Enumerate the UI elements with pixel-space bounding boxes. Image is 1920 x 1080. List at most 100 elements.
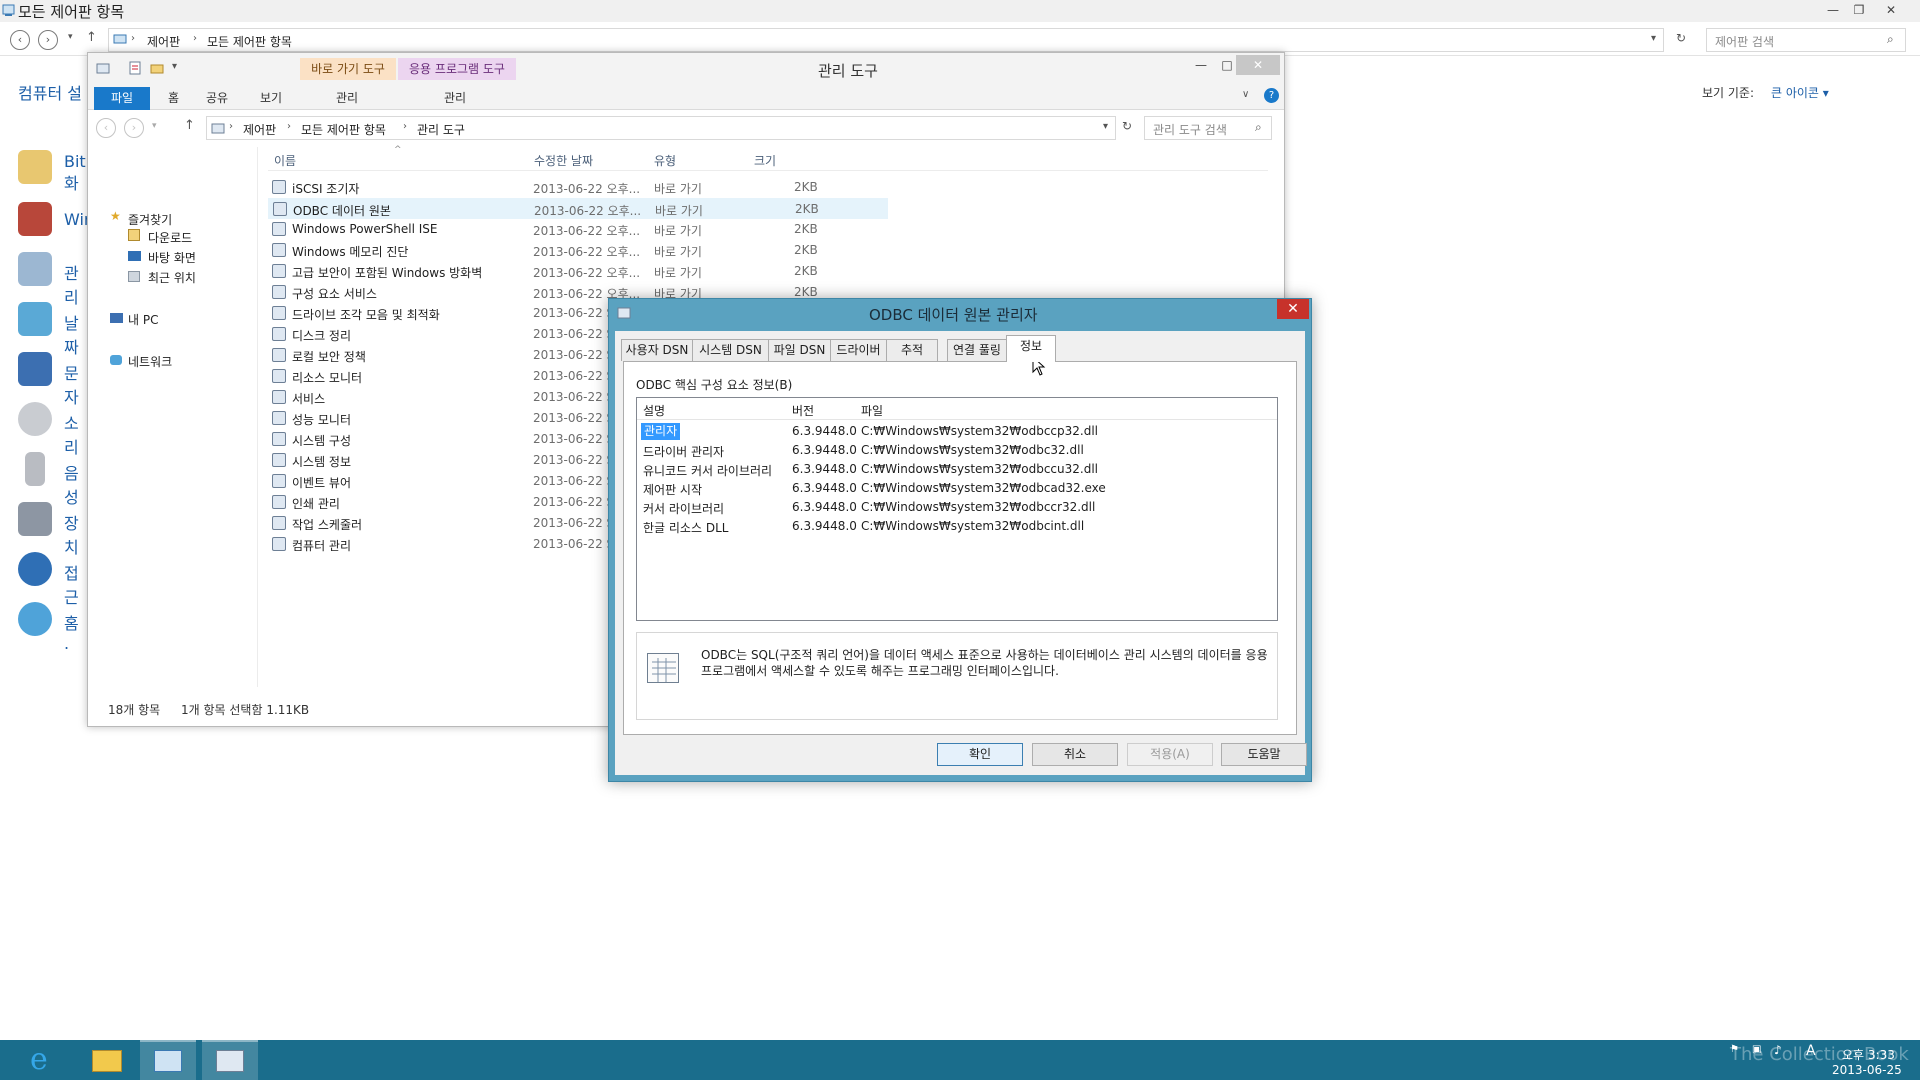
nav-favorites[interactable]: 즐겨찾기 bbox=[128, 211, 172, 228]
ribbon-tab-file[interactable]: 파일 bbox=[94, 87, 150, 110]
sound-icon[interactable] bbox=[18, 402, 52, 436]
nav-recent[interactable]: 최근 위치 bbox=[148, 269, 196, 286]
control-panel-item-admin-tools[interactable]: 관리 bbox=[64, 260, 79, 308]
tab-system-dsn[interactable]: 시스템 DSN bbox=[692, 339, 769, 361]
refresh-icon[interactable]: ↻ bbox=[1676, 31, 1686, 45]
tab-file-dsn[interactable]: 파일 DSN bbox=[768, 339, 831, 361]
breadcrumb-all-items[interactable]: 모든 제어판 항목 bbox=[207, 33, 292, 50]
devices-icon[interactable] bbox=[18, 502, 52, 536]
list-header-file[interactable]: 파일 bbox=[861, 402, 883, 419]
explorer-search-input[interactable]: 관리 도구 검색 ⌕ bbox=[1144, 116, 1272, 140]
list-item[interactable]: 커서 라이브러리 6.3.9448.0 C:₩Windows₩system32₩od… bbox=[637, 498, 1277, 517]
control-panel-item-homegroup[interactable]: 홈 . bbox=[64, 610, 79, 653]
up-button[interactable]: ↑ bbox=[86, 30, 97, 45]
column-header-name[interactable]: 이름 bbox=[274, 152, 296, 169]
nav-this-pc[interactable]: 내 PC bbox=[128, 311, 158, 328]
new-folder-icon[interactable] bbox=[150, 61, 164, 75]
control-panel-item-bitlocker-line2[interactable]: 화 bbox=[64, 170, 79, 194]
troubleshoot-icon[interactable] bbox=[18, 352, 52, 386]
column-header-size[interactable]: 크기 bbox=[754, 152, 776, 169]
view-by-dropdown[interactable]: 큰 아이콘 ▾ bbox=[1771, 84, 1829, 101]
ok-button[interactable]: 확인 bbox=[937, 743, 1023, 766]
control-panel-item-speech[interactable]: 음성 bbox=[64, 460, 79, 508]
ribbon-tab-manage-app[interactable]: 관리 bbox=[444, 89, 466, 106]
forward-button[interactable]: › bbox=[38, 30, 58, 50]
control-panel-search-input[interactable]: 제어판 검색 ⌕ bbox=[1706, 28, 1906, 52]
homegroup-icon[interactable] bbox=[18, 602, 52, 636]
apply-button[interactable]: 적용(A) bbox=[1127, 743, 1213, 766]
back-button[interactable]: ‹ bbox=[10, 30, 30, 50]
bitlocker-icon[interactable] bbox=[18, 150, 52, 184]
file-row[interactable]: Windows PowerShell ISE 2013-06-22 오후... 바로… bbox=[268, 219, 888, 240]
control-panel-address-input[interactable]: › 제어판 › 모든 제어판 항목 ▾ bbox=[108, 28, 1664, 52]
column-header-date[interactable]: 수정한 날짜 bbox=[534, 152, 593, 169]
nav-downloads[interactable]: 다운로드 bbox=[148, 229, 192, 246]
column-header-type[interactable]: 유형 bbox=[654, 152, 676, 169]
tab-connection-pooling[interactable]: 연결 풀링 bbox=[947, 339, 1007, 361]
list-item[interactable]: 한글 리소스 DLL 6.3.9448.0 C:₩Windows₩system32₩… bbox=[637, 517, 1277, 536]
breadcrumb-control-panel[interactable]: 제어판 bbox=[147, 33, 180, 50]
tab-drivers[interactable]: 드라이버 bbox=[830, 339, 887, 361]
ribbon-tab-manage-shortcut[interactable]: 관리 bbox=[336, 89, 358, 106]
quick-access-dropdown-icon[interactable]: ▾ bbox=[172, 61, 177, 72]
breadcrumb-admin-tools[interactable]: 관리 도구 bbox=[417, 121, 465, 138]
taskbar-control-panel[interactable] bbox=[140, 1040, 196, 1080]
tab-about[interactable]: 정보 bbox=[1006, 335, 1056, 362]
ease-of-access-icon[interactable] bbox=[18, 552, 52, 586]
close-button[interactable]: ✕ bbox=[1878, 0, 1904, 20]
list-header-version[interactable]: 버전 bbox=[792, 402, 814, 419]
ribbon-tab-view[interactable]: 보기 bbox=[260, 89, 282, 106]
list-item[interactable]: 제어판 시작 6.3.9448.0 C:₩Windows₩system32₩odbc… bbox=[637, 479, 1277, 498]
minimize-button[interactable]: — bbox=[1188, 55, 1214, 75]
list-item[interactable]: 유니코드 커서 라이브러리 6.3.9448.0 C:₩Windows₩system… bbox=[637, 460, 1277, 479]
control-panel-item-troubleshoot[interactable]: 문자 bbox=[64, 360, 79, 408]
microphone-icon[interactable] bbox=[25, 452, 45, 486]
forward-button[interactable]: › bbox=[124, 118, 144, 138]
control-panel-item-date-time[interactable]: 날짜 bbox=[64, 310, 79, 358]
breadcrumb-all-items[interactable]: 모든 제어판 항목 bbox=[301, 121, 386, 138]
date-time-icon[interactable] bbox=[18, 302, 52, 336]
help-icon[interactable]: ? bbox=[1264, 88, 1279, 103]
up-button[interactable]: ↑ bbox=[184, 118, 195, 133]
clock-time[interactable]: 오후 3:33 bbox=[1842, 1046, 1895, 1063]
tab-user-dsn[interactable]: 사용자 DSN bbox=[621, 339, 693, 361]
expand-ribbon-chevron-icon[interactable]: ∨ bbox=[1242, 89, 1249, 100]
minimize-button[interactable]: — bbox=[1820, 0, 1846, 20]
file-row[interactable]: Windows 메모리 진단 2013-06-22 오후... 바로 가기 2KB bbox=[268, 240, 888, 261]
breadcrumb-control-panel[interactable]: 제어판 bbox=[243, 121, 276, 138]
tab-tracing[interactable]: 추적 bbox=[886, 339, 938, 361]
restore-button[interactable]: ❐ bbox=[1846, 0, 1872, 20]
cancel-button[interactable]: 취소 bbox=[1032, 743, 1118, 766]
windows-firewall-icon[interactable] bbox=[18, 202, 52, 236]
taskbar-admin-tools[interactable] bbox=[202, 1040, 258, 1080]
file-row-selected[interactable]: ODBC 데이터 원본 2013-06-22 오후... 바로 가기 2KB bbox=[268, 198, 888, 219]
control-panel-item-sound[interactable]: 소리 bbox=[64, 410, 79, 458]
back-button[interactable]: ‹ bbox=[96, 118, 116, 138]
refresh-icon[interactable]: ↻ bbox=[1122, 119, 1132, 133]
control-panel-item-ease-of-access[interactable]: 접근 bbox=[64, 560, 79, 608]
explorer-address-input[interactable]: › 제어판 › 모든 제어판 항목 › 관리 도구 ▾ bbox=[206, 116, 1116, 140]
list-item[interactable]: 드라이버 관리자 6.3.9448.0 C:₩Windows₩system32₩od… bbox=[637, 441, 1277, 460]
file-row[interactable]: iSCSI 조기자 2013-06-22 오후... 바로 가기 2KB bbox=[268, 177, 888, 198]
list-header-description[interactable]: 설명 bbox=[643, 402, 665, 419]
list-item[interactable]: 관리자 6.3.9448.0 C:₩Windows₩system32₩odbccp3… bbox=[637, 422, 1277, 441]
help-button[interactable]: 도움말 bbox=[1221, 743, 1307, 766]
ribbon-tab-share[interactable]: 공유 bbox=[206, 89, 228, 106]
nav-network[interactable]: 네트워크 bbox=[128, 353, 172, 370]
context-tab-app-tools[interactable]: 응용 프로그램 도구 bbox=[398, 58, 516, 80]
recent-locations-chevron-icon[interactable]: ▾ bbox=[68, 32, 73, 42]
address-dropdown-chevron-icon[interactable]: ▾ bbox=[1651, 33, 1656, 44]
properties-icon[interactable] bbox=[128, 61, 142, 75]
address-dropdown-chevron-icon[interactable]: ▾ bbox=[1103, 121, 1108, 132]
ribbon-tab-home[interactable]: 홈 bbox=[168, 89, 179, 106]
taskbar-file-explorer[interactable] bbox=[80, 1040, 136, 1080]
file-row[interactable]: 고급 보안이 포함된 Windows 방화벽 2013-06-22 오후... 바로… bbox=[268, 261, 888, 282]
control-panel-item-devices[interactable]: 장치 bbox=[64, 510, 79, 558]
dialog-close-button[interactable]: ✕ bbox=[1277, 299, 1309, 319]
admin-tools-icon[interactable] bbox=[18, 252, 52, 286]
context-tab-shortcut-tools[interactable]: 바로 가기 도구 bbox=[300, 58, 396, 80]
core-components-list[interactable]: 설명 버전 파일 관리자 6.3.9448.0 C:₩Windows₩system3… bbox=[636, 397, 1278, 621]
close-button[interactable]: ✕ bbox=[1236, 55, 1280, 75]
nav-desktop[interactable]: 바탕 화면 bbox=[148, 249, 196, 266]
taskbar-internet-explorer[interactable]: e bbox=[18, 1040, 74, 1080]
